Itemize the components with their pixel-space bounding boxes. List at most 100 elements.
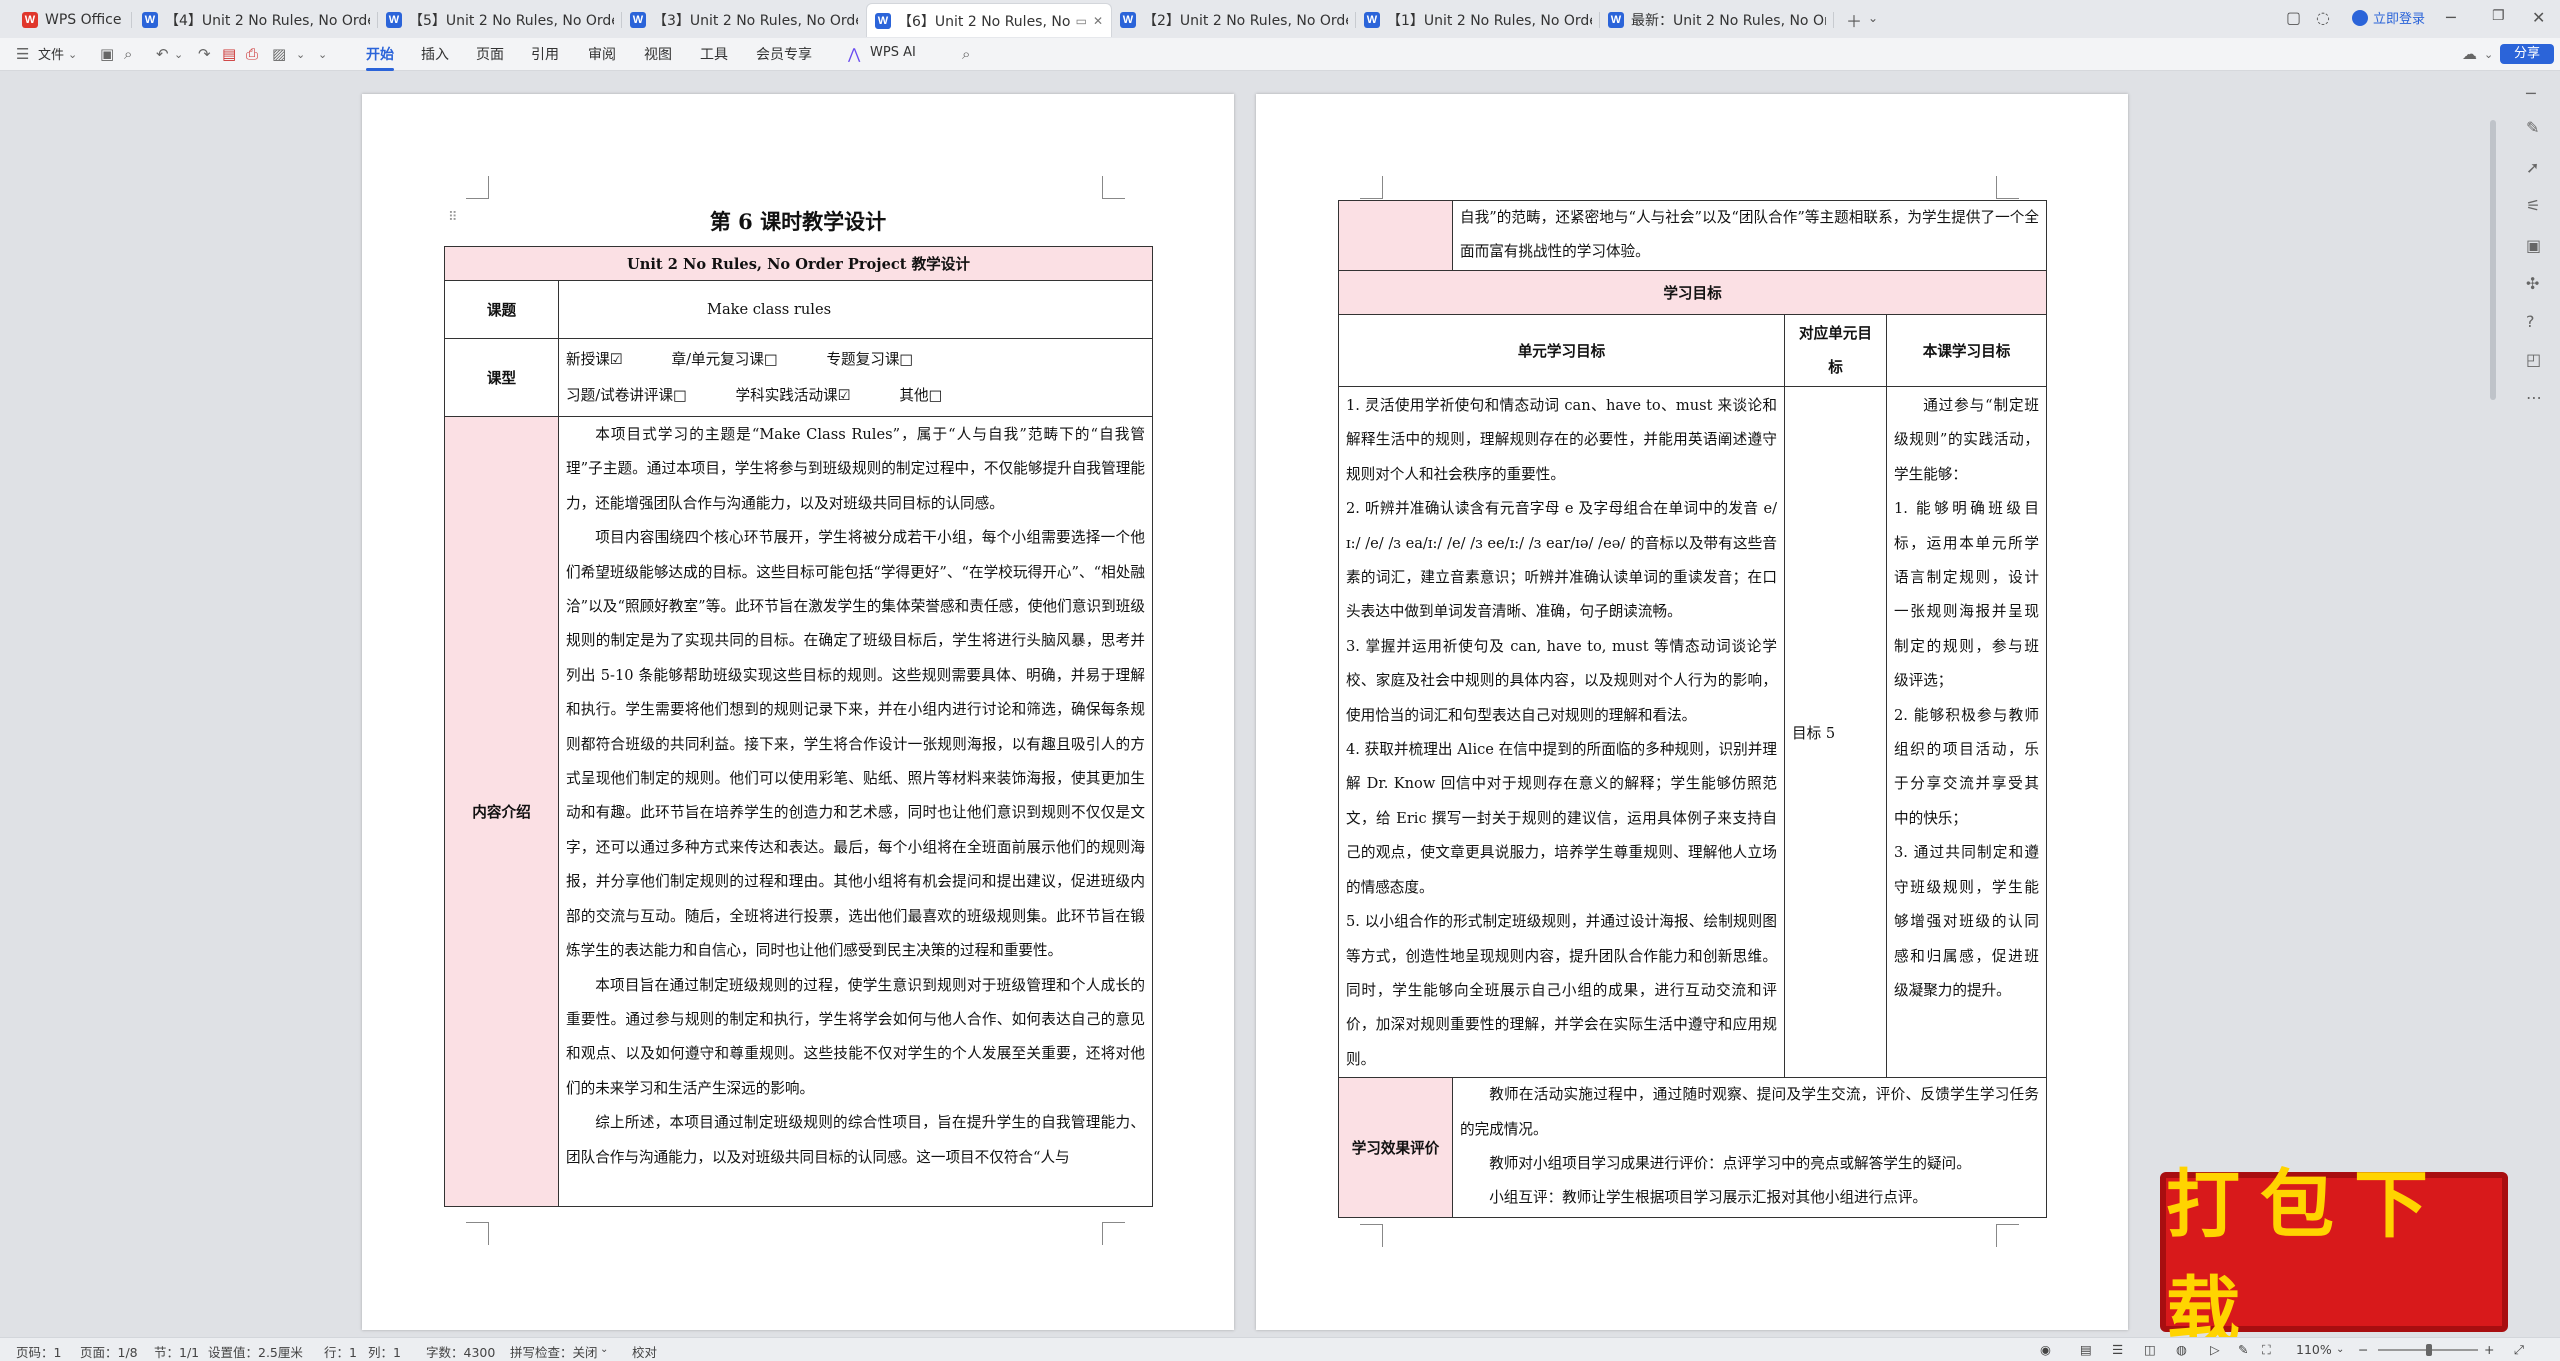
fullscreen-icon[interactable]: ⤢ <box>2514 1342 2524 1358</box>
zoom-slider-handle[interactable] <box>2426 1344 2432 1356</box>
comment-icon[interactable]: ◰ <box>2526 350 2541 369</box>
proofread-button[interactable]: 校对 <box>632 1342 657 1361</box>
unit-goal-item: 3. 掌握并运用祈使句及 can, have to, must 等情态动词谈论学… <box>1346 637 1777 724</box>
tab-view[interactable]: 视图 <box>644 44 672 64</box>
status-setting[interactable]: 设置值：2.5厘米 <box>208 1342 303 1361</box>
tab-label: 【4】Unit 2 No Rules, No Order新 <box>165 13 370 29</box>
document-tab-2[interactable]: W 【2】Unit 2 No Rules, No Order新 <box>1112 3 1356 37</box>
crop-mark <box>466 176 489 199</box>
zoom-in-icon[interactable]: + <box>2484 1342 2494 1357</box>
print-icon[interactable]: ⎙ <box>246 45 258 63</box>
status-word-count[interactable]: 字数：4300 <box>426 1342 495 1361</box>
share-button[interactable]: 分享 <box>2500 44 2554 64</box>
undo-icon[interactable]: ↶ <box>156 45 169 63</box>
wps-ai-button[interactable]: WPS AI <box>870 45 916 60</box>
status-pages[interactable]: 页面：1/8 <box>80 1342 138 1361</box>
status-section[interactable]: 节：1/1 <box>154 1342 199 1361</box>
download-package-badge[interactable]: 打包下载 <box>2160 1162 2508 1355</box>
word-doc-icon: W <box>875 12 891 29</box>
tab-tools[interactable]: 工具 <box>700 44 728 64</box>
eye-protect-icon[interactable]: ◉ <box>2040 1342 2051 1357</box>
type-label: 课型 <box>444 338 559 417</box>
layout-icon[interactable]: ▢ <box>2286 8 2301 27</box>
chevron-down-icon[interactable]: ⌄ <box>600 1344 608 1355</box>
redo-icon[interactable]: ↷ <box>198 45 211 63</box>
web-view-icon[interactable]: ◫ <box>2144 1342 2156 1357</box>
collapse-icon[interactable]: ─ <box>2526 84 2536 103</box>
maximize-icon[interactable]: ❐ <box>2492 8 2505 24</box>
tab-member[interactable]: 会员专享 <box>756 44 812 64</box>
lesson-goal-item: 3. 通过共同制定和遵守班级规则，学生能够增强对班级的认同感和归属感，促进班级凝… <box>1894 844 2040 999</box>
edit-pen-icon[interactable]: ✎ <box>2526 118 2539 137</box>
tab-insert[interactable]: 插入 <box>421 44 449 64</box>
chevron-down-icon[interactable]: ⌄ <box>296 48 305 61</box>
adjust-icon[interactable]: ⚟ <box>2526 196 2540 215</box>
share-label: 分享 <box>2513 46 2540 61</box>
type-options-row-1: 新授课☑ 章/单元复习课□ 专题复习课□ <box>566 342 1145 378</box>
page-view-icon[interactable]: ▤ <box>2080 1342 2092 1357</box>
chevron-down-icon[interactable]: ⌄ <box>2336 1344 2344 1355</box>
help-icon[interactable]: ? <box>2526 312 2535 331</box>
zoom-out-icon[interactable]: − <box>2358 1342 2368 1357</box>
menu-icon[interactable]: ☰ <box>16 45 29 63</box>
format-icon[interactable]: ▨ <box>272 45 286 63</box>
cloud-icon[interactable]: ☁ <box>2462 45 2477 63</box>
more-chevron-icon[interactable]: ⌄ <box>318 48 327 61</box>
zoom-level[interactable]: 110% <box>2296 1342 2332 1357</box>
fit-page-icon[interactable]: ⛶ <box>2262 1342 2271 1358</box>
type-option[interactable]: 习题/试卷讲评课□ <box>566 378 687 414</box>
search-doc-icon[interactable]: ⌕ <box>124 45 132 63</box>
tab-start[interactable]: 开始 <box>366 44 394 71</box>
evaluation-paragraph: 教师在活动实施过程中，通过随时观察、提问及学生交流，评价、反馈学生学习任务的完成… <box>1460 1086 2040 1138</box>
image-icon[interactable]: ▣ <box>2526 236 2541 255</box>
tab-references[interactable]: 引用 <box>531 44 559 64</box>
type-option[interactable]: 专题复习课□ <box>826 342 913 378</box>
word-doc-icon: W <box>1364 12 1380 28</box>
search-icon[interactable]: ⌕ <box>962 45 970 63</box>
document-tab-1[interactable]: W 【1】Unit 2 No Rules, No Order新 <box>1356 3 1600 37</box>
tools-icon[interactable]: ✣ <box>2526 274 2539 293</box>
pdf-icon[interactable]: ▤ <box>222 45 236 63</box>
more-icon[interactable]: ⋯ <box>2526 388 2542 407</box>
chevron-down-icon[interactable]: ⌄ <box>174 48 183 61</box>
play-icon[interactable]: ▷ <box>2210 1342 2220 1357</box>
vertical-scrollbar[interactable] <box>2490 120 2496 400</box>
document-tab-latest[interactable]: W 最新：Unit 2 No Rules, No Order <box>1600 3 1834 37</box>
tab-list-chevron-icon[interactable]: ⌄ <box>1868 11 1878 25</box>
unit-goals-cell: 1. 灵活使用学祈使句和情态动词 can、have to、must 来谈论和解释… <box>1338 385 1785 1079</box>
globe-icon[interactable]: ◍ <box>2176 1342 2187 1357</box>
status-column[interactable]: 列：1 <box>368 1342 401 1361</box>
new-tab-plus-icon[interactable]: ＋ <box>1846 8 1862 32</box>
document-tab-5[interactable]: W 【5】Unit 2 No Rules, No Order新 <box>378 3 622 37</box>
continued-label-cell <box>1338 200 1453 271</box>
tab-page[interactable]: 页面 <box>476 44 504 64</box>
pen-icon[interactable]: ✎ <box>2238 1342 2248 1357</box>
close-tab-icon[interactable]: ✕ <box>1093 14 1103 28</box>
type-option[interactable]: 章/单元复习课□ <box>672 342 778 378</box>
type-option[interactable]: 其他□ <box>899 378 942 414</box>
save-icon[interactable]: ▣ <box>100 45 114 63</box>
type-option[interactable]: 新授课☑ <box>566 342 623 378</box>
chevron-down-icon[interactable]: ⌄ <box>2484 48 2493 61</box>
restore-icon[interactable]: ▭ <box>1076 14 1087 28</box>
download-badge-label: 打包下载 <box>2166 1162 2448 1355</box>
document-tab-4[interactable]: W 【4】Unit 2 No Rules, No Order新 <box>134 3 378 37</box>
cursor-select-icon[interactable]: ➚ <box>2526 158 2539 177</box>
status-page-number[interactable]: 页码：1 <box>16 1342 61 1361</box>
tab-review[interactable]: 审阅 <box>588 44 616 64</box>
user-icon[interactable]: ◌ <box>2316 8 2330 27</box>
matching-goal-cell: 目标 5 <box>1784 385 1887 1079</box>
login-button[interactable]: 立即登录 <box>2352 8 2425 27</box>
document-tab-6-active[interactable]: W 【6】Unit 2 No Rules, No O ▭ ✕ <box>866 3 1112 37</box>
minimize-icon[interactable]: ─ <box>2446 8 2456 27</box>
status-row[interactable]: 行：1 <box>324 1342 357 1361</box>
outline-view-icon[interactable]: ☰ <box>2112 1342 2123 1357</box>
chevron-down-icon[interactable]: ⌄ <box>68 48 77 61</box>
type-option[interactable]: 学科实践活动课☑ <box>736 378 851 414</box>
document-tab-3[interactable]: W 【3】Unit 2 No Rules, No Order新 <box>622 3 866 37</box>
file-menu[interactable]: 文件 <box>38 44 64 63</box>
close-window-icon[interactable]: ✕ <box>2532 8 2545 27</box>
unit-goal-item: 4. 获取并梳理出 Alice 在信中提到的所面临的多种规则，识别并理解 Dr.… <box>1346 741 1777 896</box>
spell-check-toggle[interactable]: 拼写检查：关闭 <box>510 1342 598 1361</box>
wps-home-tab[interactable]: W WPS Office <box>14 3 132 37</box>
